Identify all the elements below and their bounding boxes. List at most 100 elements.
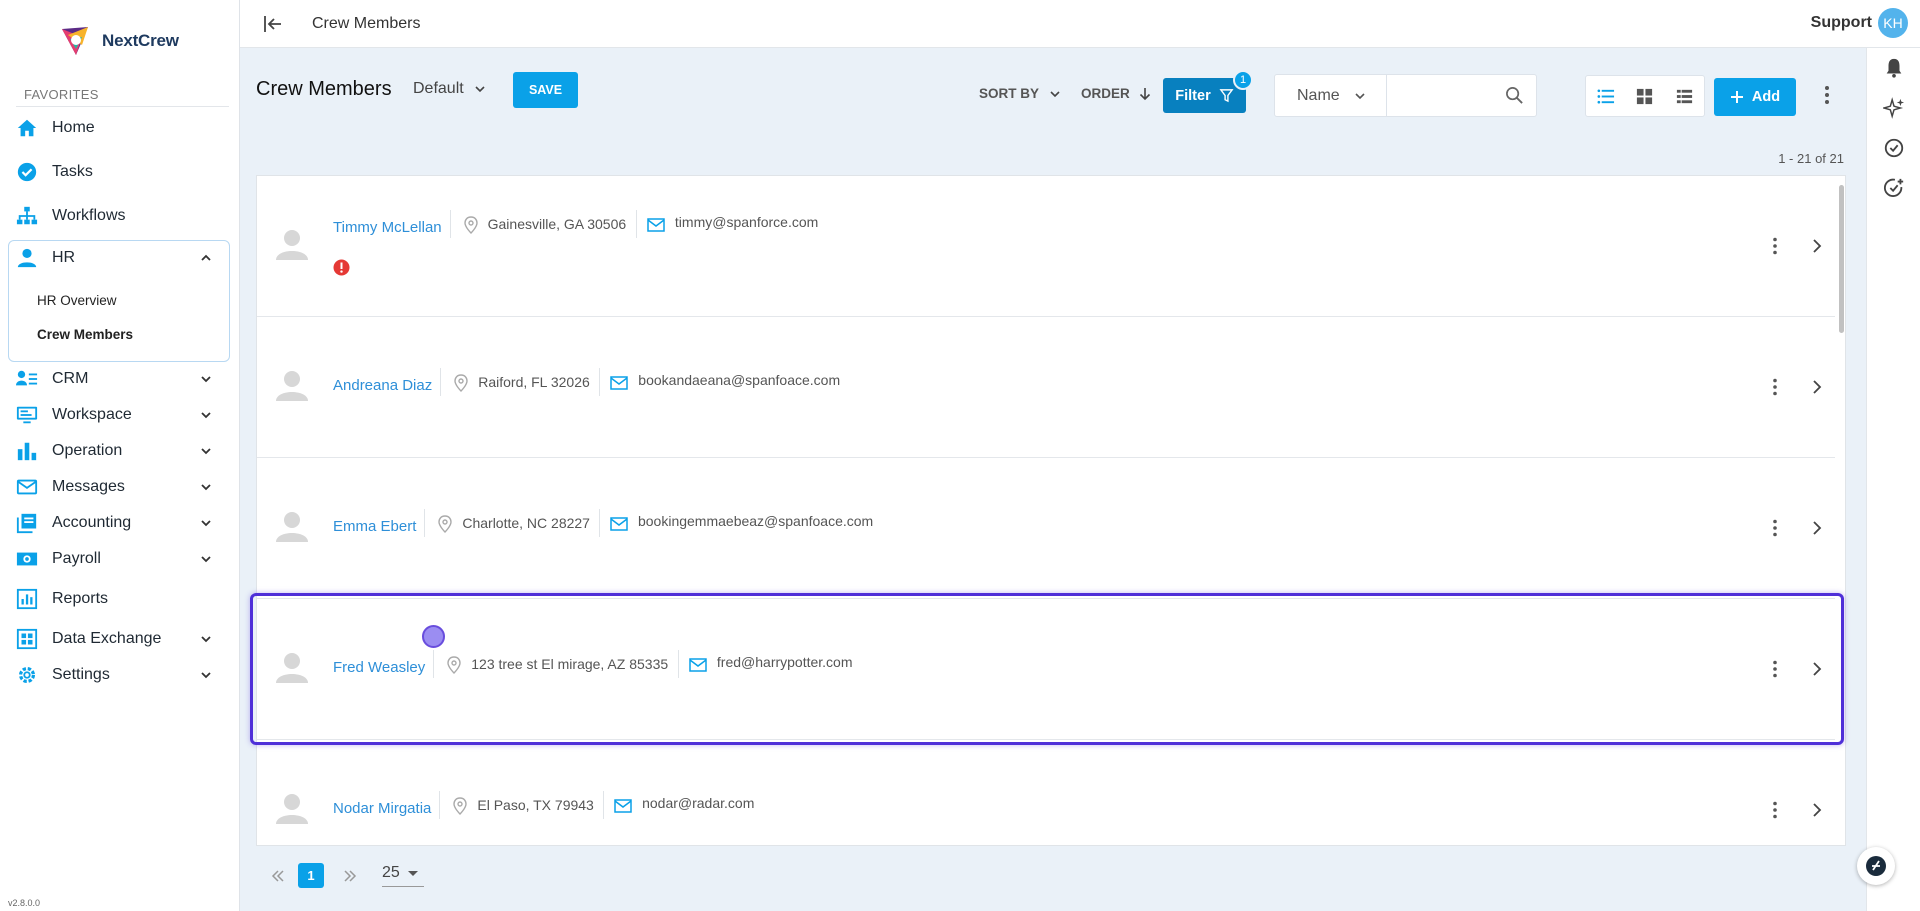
add-button[interactable]: Add [1714,78,1796,116]
sidebar-item-label: CRM [52,370,89,387]
chevron-right-icon[interactable] [1808,801,1826,819]
sidebar-item-label: Data Exchange [52,630,162,647]
crew-member-email[interactable]: fred@harrypotter.com [717,654,853,670]
chevron-down-icon [201,412,211,419]
email-icon [610,376,629,390]
crew-member-email[interactable]: timmy@spanforce.com [675,214,818,230]
add-label: Add [1751,89,1781,105]
crew-member-name[interactable]: Timmy McLellan [333,219,442,236]
user-avatar[interactable]: KH [1878,8,1908,38]
crew-member-email[interactable]: bookandaeana@spanfoace.com [638,372,840,388]
sidebar-item-reports[interactable]: Reports [8,581,230,617]
scrollbar-thumb[interactable] [1839,185,1844,333]
separator [677,650,679,678]
sitemap-icon [16,206,38,225]
chevron-down-icon [201,672,211,679]
sidebar-item-messages[interactable]: Messages [8,469,230,505]
avatar-placeholder-icon [276,794,308,824]
crew-member-email[interactable]: bookingemmaebeaz@spanfoace.com [638,513,873,529]
sidebar-item-workspace[interactable]: Workspace [8,397,230,433]
filter-label: Filter [1175,87,1211,104]
email-icon [689,658,707,672]
sidebar-subitem-hr-overview[interactable]: HR Overview [37,293,117,308]
table-row[interactable]: Emma Ebert Charlotte, NC 28227 bookingem… [257,458,1835,599]
app-logo[interactable]: NextCrew [58,22,179,60]
crew-member-location: Charlotte, NC 28227 [462,515,590,531]
more-vertical-icon[interactable] [1765,236,1785,256]
bar-chart-icon [17,442,37,461]
chevron-down-icon [201,556,211,563]
right-rail [1866,48,1920,911]
search-icon[interactable] [1505,86,1524,105]
chevron-down-icon [201,448,211,455]
sidebar-subitem-crew-members[interactable]: Crew Members [37,327,133,342]
chevron-down-icon [201,520,211,527]
mail-icon [16,479,38,495]
table-row[interactable]: Timmy McLellan Gainesville, GA 30506 tim… [257,176,1835,317]
table-row[interactable]: Fred Weasley 123 tree st El mirage, AZ 8… [257,599,1835,740]
sidebar-item-tasks[interactable]: Tasks [8,154,230,190]
table-view-button[interactable] [1665,76,1704,116]
save-button[interactable]: SAVE [513,72,578,108]
table-view-icon [1676,89,1692,103]
crew-member-email[interactable]: nodar@radar.com [642,795,754,811]
search-input[interactable] [1389,79,1499,111]
page-button-current[interactable]: 1 [298,863,324,888]
order-button[interactable]: ORDER [1081,86,1152,101]
sidebar-item-data-exchange[interactable]: Data Exchange [8,621,230,657]
first-page-icon[interactable] [270,868,286,884]
page-size-select[interactable]: 25 [382,864,424,887]
view-select-value: Default [413,80,464,97]
chevron-right-icon[interactable] [1808,660,1826,678]
more-vertical-icon[interactable] [1765,518,1785,538]
view-select[interactable]: Default [413,80,486,98]
crew-member-name[interactable]: Emma Ebert [333,518,416,535]
more-vertical-icon[interactable] [1765,659,1785,679]
sidebar-item-label: Workflows [52,207,126,224]
bell-icon[interactable] [1883,57,1905,79]
task-check-icon[interactable] [1883,137,1905,159]
page-size-value: 25 [382,864,400,881]
location-pin-icon [453,797,468,815]
grid-view-button[interactable] [1625,76,1664,116]
sidebar-item-home[interactable]: Home [8,110,230,146]
sidebar-item-crm[interactable]: CRM [8,361,230,397]
sidebar-item-settings[interactable]: Settings [8,657,230,693]
last-page-icon[interactable] [342,868,358,884]
sidebar-item-payroll[interactable]: Payroll [8,541,230,577]
list-view-button[interactable] [1586,76,1625,116]
search-group: Name [1274,74,1537,117]
sparkle-icon[interactable] [1883,97,1905,119]
favorites-label: FAVORITES [24,87,99,102]
table-row[interactable]: Andreana Diaz Raiford, FL 32026 bookanda… [257,317,1835,458]
crew-member-name[interactable]: Nodar Mirgatia [333,800,431,817]
search-field-select[interactable]: Name [1275,75,1387,116]
crew-member-list: Timmy McLellan Gainesville, GA 30506 tim… [256,175,1846,846]
filter-count-badge: 1 [1233,70,1253,90]
sort-by-button[interactable]: SORT BY [979,86,1061,101]
crew-member-name[interactable]: Andreana Diaz [333,377,432,394]
sidebar-item-label: Home [52,119,95,136]
add-task-icon[interactable] [1883,177,1905,199]
arrow-down-icon [1139,87,1150,100]
sidebar-item-operation[interactable]: Operation [8,433,230,469]
chevron-right-icon[interactable] [1808,519,1826,537]
sidebar-item-workflows[interactable]: Workflows [8,198,230,234]
collapse-sidebar-icon[interactable] [262,13,284,35]
sidebar-item-accounting[interactable]: Accounting [8,505,230,541]
separator [424,509,426,537]
more-vertical-icon[interactable] [1765,800,1785,820]
plus-icon [1730,91,1743,103]
chevron-right-icon[interactable] [1808,237,1826,255]
support-link[interactable]: Support [1811,14,1872,32]
crew-member-name[interactable]: Fred Weasley [333,659,425,676]
chevron-right-icon[interactable] [1808,378,1826,396]
more-vertical-icon[interactable] [1816,84,1838,106]
table-row[interactable]: Nodar Mirgatia El Paso, TX 79943 nodar@r… [257,740,1835,845]
separator [439,791,441,819]
view-mode-toggle [1585,75,1705,117]
more-vertical-icon[interactable] [1765,377,1785,397]
grid-icon [16,628,38,650]
sidebar-item-hr[interactable]: HR [8,240,230,276]
chat-button[interactable] [1857,847,1895,885]
